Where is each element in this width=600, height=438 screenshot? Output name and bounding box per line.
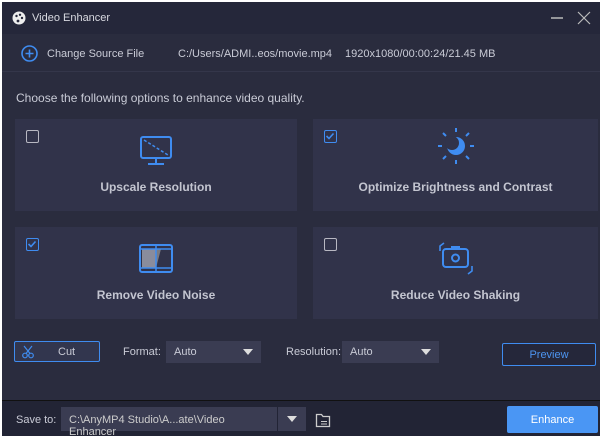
folder-icon[interactable]	[315, 412, 331, 428]
window-title: Video Enhancer	[32, 12, 111, 24]
option-label: Reduce Video Shaking	[390, 288, 521, 302]
chevron-down-icon	[287, 416, 297, 422]
upscale-checkbox[interactable]	[26, 130, 39, 143]
minimize-button[interactable]	[547, 8, 567, 28]
source-row: Change Source File C:/Users/ADMI..eos/mo…	[2, 34, 600, 72]
add-circle-icon[interactable]	[21, 45, 38, 62]
bottom-bar: Save to: C:\AnyMP4 Studio\A...ate\Video …	[2, 400, 600, 438]
shaking-checkbox[interactable]	[324, 238, 337, 251]
save-path-dropdown[interactable]	[278, 407, 306, 431]
film-icon	[139, 244, 173, 273]
brightness-checkbox[interactable]	[324, 130, 337, 143]
option-optimize-brightness[interactable]: Optimize Brightness and Contrast	[313, 119, 598, 211]
format-value: Auto	[174, 346, 197, 358]
save-to-label: Save to:	[16, 414, 57, 426]
source-path: C:/Users/ADMI..eos/movie.mp4	[178, 48, 333, 60]
change-source-file-button[interactable]: Change Source File	[47, 48, 144, 60]
option-upscale-resolution[interactable]: Upscale Resolution	[15, 119, 297, 211]
noise-checkbox[interactable]	[26, 238, 39, 251]
option-label: Remove Video Noise	[96, 288, 216, 302]
enhance-button[interactable]: Enhance	[507, 406, 598, 433]
camera-stabilize-icon	[438, 242, 473, 275]
chevron-down-icon	[421, 349, 431, 355]
option-reduce-video-shaking[interactable]: Reduce Video Shaking	[313, 227, 598, 319]
source-info: 1920x1080/00:00:24/21.45 MB	[345, 48, 496, 60]
format-label: Format:	[123, 346, 161, 358]
option-label: Optimize Brightness and Contrast	[358, 180, 553, 194]
resolution-label: Resolution:	[286, 346, 342, 358]
close-button[interactable]	[574, 8, 594, 28]
save-path-field[interactable]: C:\AnyMP4 Studio\A...ate\Video Enhancer	[61, 407, 277, 438]
video-enhancer-window: Video Enhancer Change Source File C:/Use…	[2, 2, 600, 438]
scissors-icon	[22, 345, 34, 359]
format-select[interactable]: Auto	[166, 341, 261, 363]
brightness-icon	[437, 128, 474, 164]
resolution-value: Auto	[350, 346, 373, 358]
intro-text: Choose the following options to enhance …	[16, 91, 305, 105]
cut-button[interactable]: Cut	[14, 341, 100, 362]
option-remove-video-noise[interactable]: Remove Video Noise	[15, 227, 297, 319]
option-label: Upscale Resolution	[100, 180, 212, 194]
preview-button[interactable]: Preview	[502, 343, 596, 366]
cut-label: Cut	[58, 346, 76, 358]
chevron-down-icon	[243, 349, 253, 355]
monitor-icon	[140, 136, 172, 165]
title-bar: Video Enhancer	[2, 2, 600, 34]
palette-icon	[12, 11, 26, 25]
resolution-select[interactable]: Auto	[342, 341, 439, 363]
